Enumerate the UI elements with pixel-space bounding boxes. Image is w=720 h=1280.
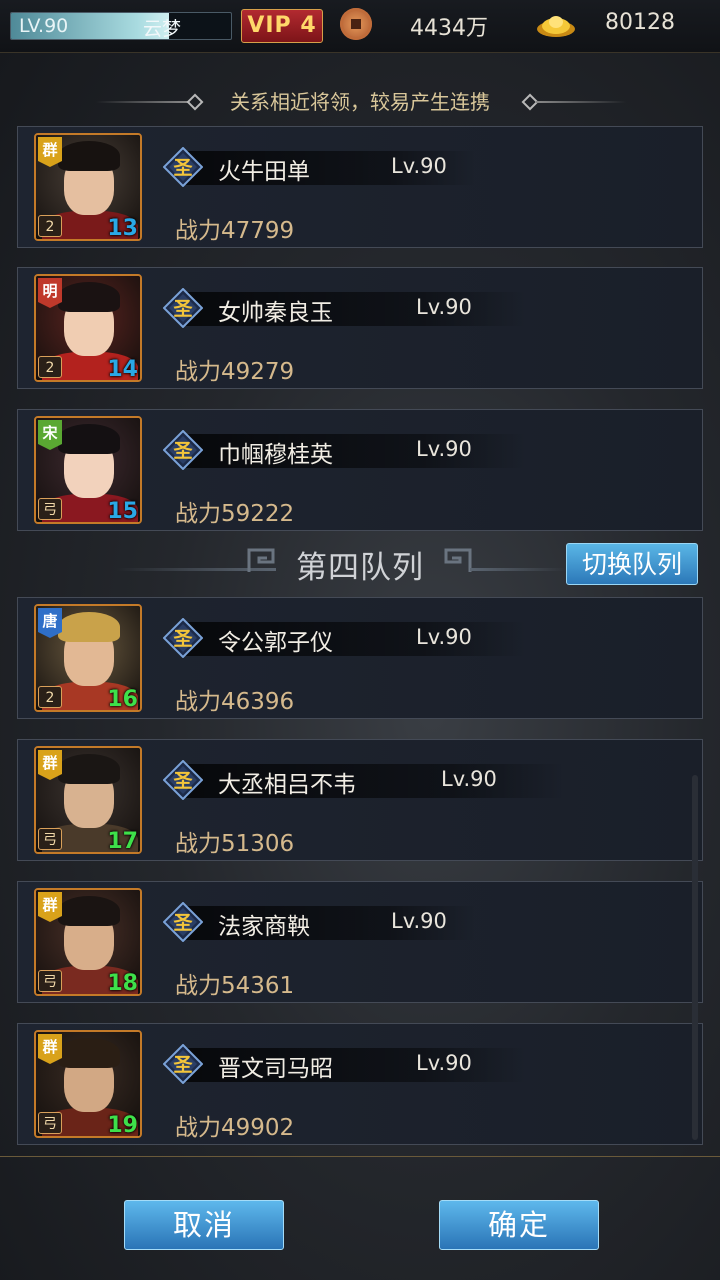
- rank-sheng-icon: 圣: [163, 430, 203, 470]
- general-number: 17: [107, 829, 138, 854]
- portrait-hair: [58, 424, 120, 454]
- portrait-hair: [58, 1038, 120, 1068]
- general-portrait[interactable]: 群 弓 19: [34, 1030, 142, 1138]
- section-ornament-left: [247, 548, 275, 572]
- player-name: 云梦: [143, 18, 182, 40]
- rank-sheng-icon: 圣: [163, 902, 203, 942]
- general-portrait[interactable]: 明 2 14: [34, 274, 142, 382]
- troop-type-icon: 弓: [38, 828, 62, 850]
- rank-sheng-icon: 圣: [163, 1044, 203, 1084]
- rank-glyph: 圣: [173, 1054, 193, 1076]
- general-name: 令公郭子仪: [218, 630, 333, 656]
- faction-badge: 群: [38, 137, 62, 167]
- portrait-hair: [58, 754, 120, 784]
- general-level: Lv.90: [391, 909, 447, 933]
- general-level: Lv.90: [441, 767, 497, 791]
- gold-ingot-icon: [537, 16, 575, 37]
- rank-sheng-icon: 圣: [163, 147, 203, 187]
- general-card[interactable]: 群 2 13 圣 火牛田单 Lv.90 战力47799: [17, 126, 703, 248]
- faction-badge: 群: [38, 1034, 62, 1064]
- copper-amount: 4434万: [410, 16, 488, 41]
- general-power: 战力54361: [175, 973, 295, 999]
- general-portrait[interactable]: 群 弓 17: [34, 746, 142, 854]
- top-status-bar: LV.90 云梦 VIP 4 4434万 80128: [0, 0, 720, 53]
- general-portrait[interactable]: 群 弓 18: [34, 888, 142, 996]
- faction-badge: 唐: [38, 608, 62, 638]
- note-divider-right: [536, 101, 626, 103]
- rank-sheng-icon: 圣: [163, 618, 203, 658]
- troop-type-icon: 2: [38, 356, 62, 378]
- general-level: Lv.90: [416, 1051, 472, 1075]
- general-power: 战力49902: [175, 1115, 295, 1141]
- general-portrait[interactable]: 宋 弓 15: [34, 416, 142, 524]
- confirm-button[interactable]: 确定: [439, 1200, 599, 1250]
- general-name: 火牛田单: [218, 159, 310, 185]
- rank-glyph: 圣: [173, 298, 193, 320]
- faction-badge: 明: [38, 278, 62, 308]
- general-number: 16: [107, 687, 138, 712]
- general-number: 15: [107, 499, 138, 524]
- general-number: 13: [107, 216, 138, 241]
- troop-type-icon: 2: [38, 215, 62, 237]
- general-portrait[interactable]: 群 2 13: [34, 133, 142, 241]
- general-name: 巾帼穆桂英: [218, 442, 333, 468]
- troop-type-icon: 弓: [38, 1112, 62, 1134]
- general-name: 法家商鞅: [218, 914, 310, 940]
- footer-divider: [0, 1156, 720, 1157]
- troop-type-icon: 弓: [38, 970, 62, 992]
- level-label: LV.90: [19, 15, 69, 37]
- general-portrait[interactable]: 唐 2 16: [34, 604, 142, 712]
- rank-glyph: 圣: [173, 770, 193, 792]
- rank-glyph: 圣: [173, 440, 193, 462]
- portrait-hair: [58, 612, 120, 642]
- section-divider-right: [470, 568, 566, 571]
- section-ornament-right: [444, 548, 472, 572]
- general-number: 19: [107, 1113, 138, 1138]
- general-number: 14: [107, 357, 138, 382]
- general-power: 战力49279: [175, 359, 295, 385]
- general-card[interactable]: 群 弓 17 圣 大丞相吕不韦 Lv.90 战力51306: [17, 739, 703, 861]
- list-scrollbar[interactable]: [692, 775, 698, 1140]
- portrait-hair: [58, 141, 120, 171]
- copper-coin-icon: [340, 8, 372, 40]
- rank-glyph: 圣: [173, 628, 193, 650]
- vip-badge[interactable]: VIP 4: [241, 9, 323, 43]
- faction-badge: 宋: [38, 420, 62, 450]
- general-level: Lv.90: [416, 437, 472, 461]
- general-level: Lv.90: [416, 295, 472, 319]
- general-card[interactable]: 群 弓 18 圣 法家商鞅 Lv.90 战力54361: [17, 881, 703, 1003]
- general-level: Lv.90: [416, 625, 472, 649]
- switch-formation-button[interactable]: 切换队列: [566, 543, 698, 585]
- portrait-hair: [58, 896, 120, 926]
- level-exp-bar: LV.90 云梦: [10, 12, 232, 40]
- portrait-hair: [58, 282, 120, 312]
- troop-type-icon: 弓: [38, 498, 62, 520]
- rank-sheng-icon: 圣: [163, 288, 203, 328]
- faction-badge: 群: [38, 892, 62, 922]
- general-level: Lv.90: [391, 154, 447, 178]
- general-number: 18: [107, 971, 138, 996]
- faction-badge: 群: [38, 750, 62, 780]
- general-name: 大丞相吕不韦: [218, 772, 356, 798]
- rank-glyph: 圣: [173, 912, 193, 934]
- general-power: 战力47799: [175, 218, 295, 244]
- troop-type-icon: 2: [38, 686, 62, 708]
- general-card[interactable]: 宋 弓 15 圣 巾帼穆桂英 Lv.90 战力59222: [17, 409, 703, 531]
- rank-sheng-icon: 圣: [163, 760, 203, 800]
- general-card[interactable]: 唐 2 16 圣 令公郭子仪 Lv.90 战力46396: [17, 597, 703, 719]
- general-power: 战力46396: [175, 689, 295, 715]
- general-name: 晋文司马昭: [218, 1056, 333, 1082]
- cancel-button[interactable]: 取消: [124, 1200, 284, 1250]
- general-power: 战力51306: [175, 831, 295, 857]
- rank-glyph: 圣: [173, 157, 193, 179]
- general-name: 女帅秦良玉: [218, 300, 333, 326]
- general-card[interactable]: 明 2 14 圣 女帅秦良玉 Lv.90 战力49279: [17, 267, 703, 389]
- section-title: 第四队列: [296, 550, 424, 586]
- general-card[interactable]: 群 弓 19 圣 晋文司马昭 Lv.90 战力49902: [17, 1023, 703, 1145]
- gold-amount: 80128: [605, 10, 675, 35]
- general-power: 战力59222: [175, 501, 295, 527]
